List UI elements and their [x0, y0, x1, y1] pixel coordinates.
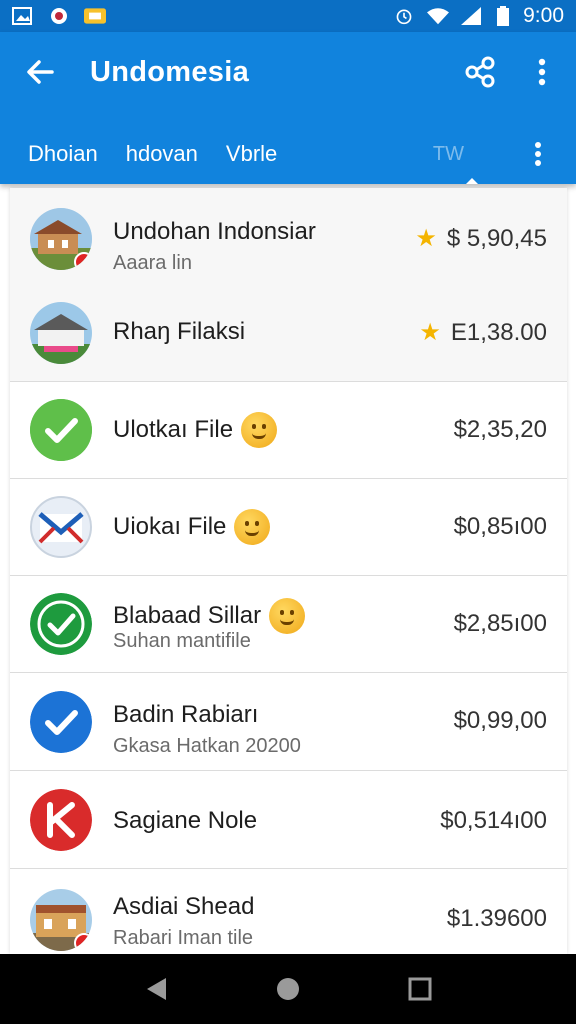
circle-home-icon — [277, 978, 299, 1000]
check-icon — [30, 691, 92, 753]
list-item[interactable]: Undohan Indonsiar Aaara lin ★ $ 5,90,45 — [10, 188, 567, 284]
item-title: Ulotkaı File — [113, 416, 234, 443]
more-options-button[interactable] — [520, 50, 564, 94]
tab-2[interactable]: hdovan — [112, 132, 212, 176]
notification-badge — [74, 252, 92, 270]
back-button[interactable] — [8, 40, 72, 104]
avatar — [30, 691, 92, 753]
tab-1[interactable]: Dhoian — [0, 132, 112, 176]
app-icon — [51, 8, 67, 24]
item-amount: $0,85ı00 — [453, 513, 547, 540]
square-recents-icon — [408, 977, 432, 1001]
alarm-icon — [396, 9, 412, 25]
navigation-bar — [0, 954, 576, 1024]
item-amount: $0,99,00 — [453, 707, 547, 734]
check-icon — [30, 399, 92, 461]
item-subtitle: Aaara lin — [113, 252, 192, 274]
mail-icon — [84, 8, 106, 24]
app-title: Undomesia — [90, 55, 250, 88]
item-title: Undohan Indonsiar — [113, 218, 316, 245]
star-icon: ★ — [415, 225, 437, 252]
item-title: Rhaŋ Filaksi — [113, 318, 246, 345]
status-bar: 9:00 — [0, 0, 576, 32]
smile-emoji-icon — [241, 412, 278, 448]
tabs-more-button[interactable] — [516, 132, 560, 176]
list-item[interactable]: Badin Rabiarı Gkasa Hatkan 20200 $0,99,0… — [10, 673, 567, 771]
list-item[interactable]: Blabaad Sillar Suhan mantifile $2,85ı00 — [10, 576, 567, 673]
item-amount: $ 5,90,45 — [446, 224, 547, 252]
item-amount: $0,514ı00 — [440, 807, 547, 834]
app-bar: Undomesia Dhoian hdovan Vbrle TW — [0, 32, 576, 184]
nav-back-button[interactable] — [134, 967, 178, 1011]
nav-home-button[interactable] — [266, 967, 310, 1011]
smile-emoji-icon — [234, 509, 271, 545]
list-item[interactable]: Uiokaı File $0,85ı00 — [10, 479, 567, 576]
item-title: Sagiane Nole — [113, 807, 258, 834]
item-amount: E1,38.00 — [450, 318, 547, 346]
tab-indicator — [466, 178, 478, 184]
item-title: Badin Rabiarı — [113, 701, 259, 728]
brand-logo-icon — [30, 789, 92, 851]
tab-4[interactable]: TW — [419, 132, 478, 176]
avatar — [30, 593, 92, 655]
mail-icon — [38, 512, 84, 544]
tab-3[interactable]: Vbrle — [212, 132, 291, 176]
notification-badge — [74, 933, 92, 951]
avatar — [30, 399, 92, 461]
list-item[interactable]: Sagiane Nole $0,514ı00 — [10, 771, 567, 869]
share-button[interactable] — [458, 50, 502, 94]
item-title: Blabaad Sillar — [113, 602, 262, 629]
more-vert-icon — [538, 58, 546, 86]
avatar — [30, 496, 92, 558]
item-subtitle: Rabari Iman tile — [113, 927, 254, 949]
more-vert-icon — [535, 142, 541, 166]
list-item[interactable]: Ulotkaı File $2,35,20 — [10, 382, 567, 479]
transaction-list: Undohan Indonsiar Aaara lin ★ $ 5,90,45 … — [10, 188, 567, 954]
grin-emoji-icon — [269, 598, 306, 634]
check-circle-icon — [30, 593, 92, 655]
item-amount: $1.39600 — [446, 905, 547, 932]
item-title: Asdiai Shead — [113, 893, 255, 920]
share-icon — [465, 56, 495, 88]
avatar — [30, 302, 92, 364]
item-subtitle: Gkasa Hatkan 20200 — [113, 735, 301, 757]
star-icon: ★ — [419, 319, 441, 346]
item-subtitle: Suhan mantifile — [113, 630, 251, 652]
avatar — [30, 789, 92, 851]
clock: 9:00 — [523, 4, 564, 27]
list-item[interactable]: Rhaŋ Filaksi ★ E1,38.00 — [10, 284, 567, 382]
item-amount: $2,35,20 — [453, 416, 547, 443]
gallery-icon — [12, 7, 32, 25]
signal-icon — [461, 7, 482, 25]
avatar — [30, 208, 92, 270]
nav-recents-button[interactable] — [398, 967, 442, 1011]
triangle-back-icon — [147, 978, 166, 1000]
list-item[interactable]: Asdiai Shead Rabari Iman tile $1.39600 — [10, 869, 567, 954]
tab-bar: Dhoian hdovan Vbrle TW — [0, 124, 576, 184]
wifi-icon — [427, 8, 450, 25]
item-title: Uiokaı File — [113, 513, 227, 540]
arrow-left-icon — [27, 60, 54, 84]
item-amount: $2,85ı00 — [453, 610, 547, 637]
avatar — [30, 889, 92, 951]
battery-icon — [497, 6, 510, 26]
